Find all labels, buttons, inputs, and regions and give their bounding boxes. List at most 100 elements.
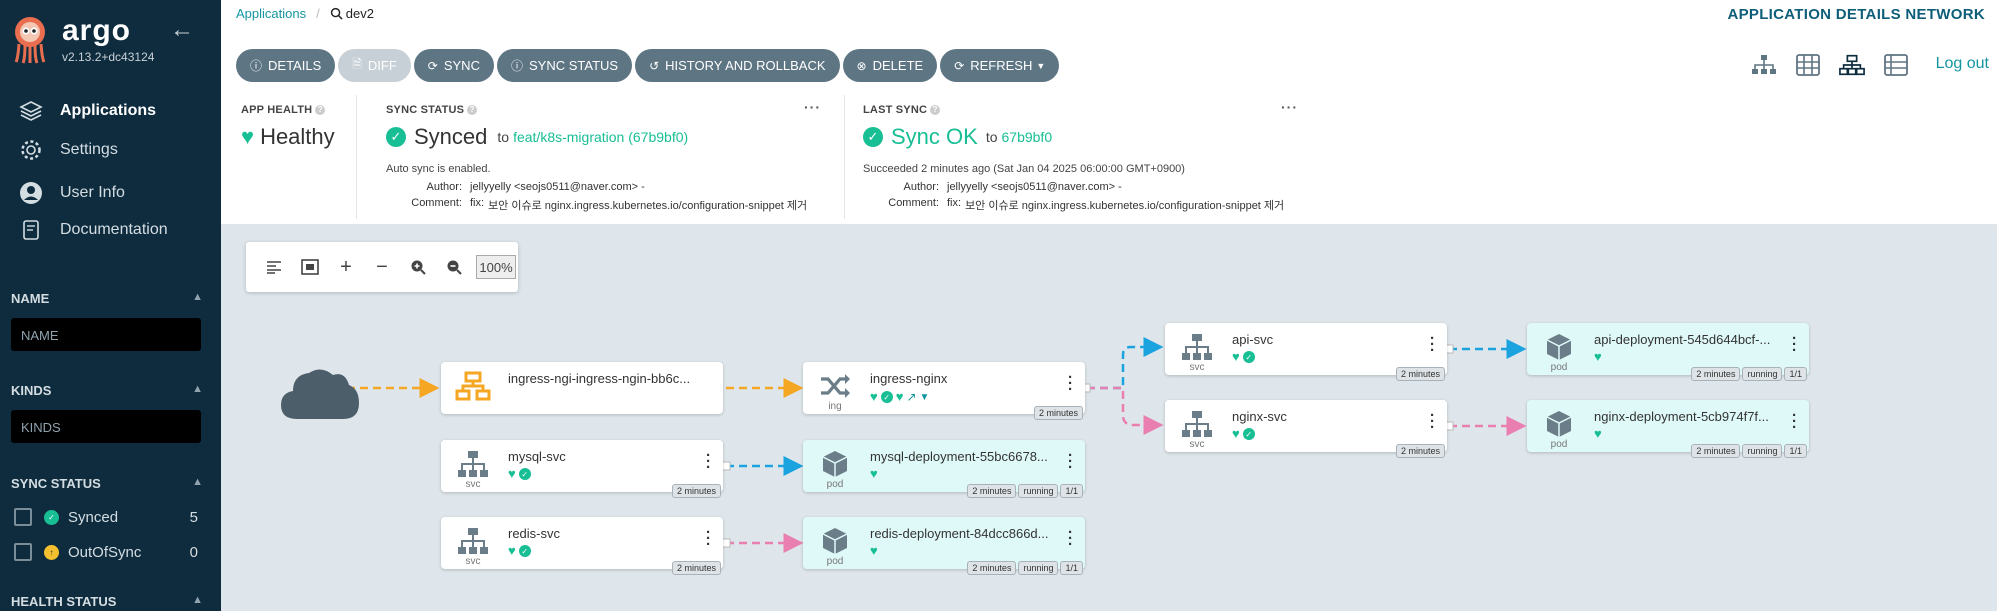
filter-label: Synced — [68, 508, 119, 526]
age-tag: 2 minutes — [671, 484, 721, 498]
node-menu-icon[interactable]: · · · — [1430, 331, 1435, 358]
check-circle-icon: ✓ — [1242, 428, 1255, 440]
caret-up-icon[interactable]: ▲ — [192, 476, 203, 488]
tree-view-icon[interactable] — [1751, 52, 1777, 78]
author-value: jellyyelly <seojs0511@naver.com> - — [470, 181, 645, 193]
node-api-deployment-pod[interactable]: pod api-deployment-545d644bcf-... ♥ · · · … — [1527, 323, 1809, 381]
delete-button[interactable]: ⊗ DELETE — [842, 49, 938, 82]
node-menu-icon[interactable]: · · · — [1792, 408, 1797, 435]
sync-target-link[interactable]: feat/k8s-migration (67b9bf0) — [513, 129, 688, 145]
node-menu-icon[interactable]: · · · — [1068, 370, 1073, 397]
brand-name: argo — [62, 14, 132, 47]
kinds-filter-header[interactable]: KINDS ▲ — [11, 383, 203, 398]
argo-logo-icon[interactable] — [10, 14, 50, 64]
node-mysql-deployment-pod[interactable]: pod mysql-deployment-55bc6678... ♥ · · · 2… — [803, 440, 1085, 498]
sync-status-value[interactable]: ✓ Synced to feat/k8s-migration (67b9bf0) — [386, 124, 688, 150]
node-redis-svc[interactable]: svc redis-svc ♥ ✓ · · · 2 minutes — [441, 517, 723, 575]
breadcrumb-applications-link[interactable]: Applications — [236, 6, 306, 21]
node-nginx-deployment-pod[interactable]: pod nginx-deployment-5cb974f7f... ♥ · · · … — [1527, 400, 1809, 458]
node-menu-icon[interactable]: · · · — [1068, 448, 1073, 475]
last-sync-more-icon[interactable]: ··· — [1281, 99, 1298, 115]
node-ingress-nginx[interactable]: ing ingress-nginx ♥ ✓ ♥ ↗ ▼ · · · 2 minute… — [803, 362, 1085, 420]
node-api-svc[interactable]: svc api-svc ♥ ✓ · · · 2 minutes — [1165, 323, 1447, 381]
help-icon[interactable]: ? — [467, 105, 478, 115]
kinds-filter-input[interactable]: KINDS — [11, 410, 201, 443]
last-sync-value[interactable]: ✓ Sync OK to 67b9bf0 — [863, 124, 1052, 150]
history-rollback-button[interactable]: ↺ HISTORY AND ROLLBACK — [635, 49, 840, 82]
app-search-crumb[interactable]: dev2 — [330, 6, 374, 21]
node-ingress-ngi[interactable]: ingress-ngi-ingress-ngin-bb6c... — [441, 362, 723, 414]
node-status: ♥ ✓ — [508, 544, 531, 557]
sidebar-item-label: User Info — [60, 184, 125, 201]
refresh-icon: ⟳ — [954, 58, 965, 73]
pods-view-icon[interactable] — [1795, 52, 1821, 78]
filter-outofsync[interactable]: ↑ OutOfSync 0 — [14, 543, 198, 561]
sync-status-button[interactable]: ⓘ SYNC STATUS — [496, 49, 633, 82]
caret-up-icon[interactable]: ▲ — [192, 383, 203, 395]
network-view-icon[interactable] — [1839, 52, 1865, 78]
node-menu-icon[interactable]: · · · — [1068, 525, 1073, 552]
details-button[interactable]: ⓘ DETAILS — [236, 49, 336, 82]
filter-synced[interactable]: ✓ Synced 5 — [14, 508, 198, 526]
node-name: redis-deployment-84dcc866d... — [870, 526, 1049, 541]
node-tags: 2 minutes running 1/1 — [967, 484, 1083, 498]
outofsync-checkbox[interactable] — [14, 543, 32, 561]
node-menu-icon[interactable]: · · · — [1430, 408, 1435, 435]
diff-button[interactable]: 🗎 DIFF — [338, 49, 411, 82]
caret-down-icon[interactable]: ▼ — [920, 392, 930, 403]
node-menu-icon[interactable]: · · · — [706, 448, 711, 475]
history-icon: ↺ — [649, 58, 660, 73]
sidebar-item-label: Applications — [60, 102, 157, 119]
app-health-value[interactable]: ♥ Healthy — [241, 124, 335, 150]
name-filter-input[interactable]: NAME — [11, 318, 201, 351]
check-circle-icon: ✓ — [880, 391, 893, 403]
sync-comment: Comment: fix: 보안 이슈로 nginx.ingress.kuber… — [386, 197, 807, 213]
node-status: ♥ ✓ — [1232, 350, 1255, 363]
sync-icon: ⟳ — [427, 58, 438, 73]
last-sync-target-link[interactable]: 67b9bf0 — [1002, 129, 1053, 145]
button-label: DIFF — [367, 58, 397, 73]
sidebar-item-settings[interactable]: Settings — [18, 134, 118, 166]
sidebar-item-documentation[interactable]: Documentation — [18, 214, 168, 246]
state-tag: running — [1018, 561, 1059, 575]
sidebar-item-applications[interactable]: Applications — [18, 95, 156, 127]
health-status-filter-title: HEALTH STATUS — [11, 594, 117, 609]
node-name: api-deployment-545d644bcf-... — [1594, 332, 1771, 347]
comment-value: 보안 이슈로 nginx.ingress.kubernetes.io/confi… — [488, 200, 808, 212]
sidebar: argo v2.13.2+dc43124 ← Applications Sett… — [0, 0, 221, 611]
sync-status-filter-header[interactable]: SYNC STATUS ▲ — [11, 476, 203, 491]
ready-tag: 1/1 — [1060, 484, 1083, 498]
refresh-button[interactable]: ⟳ REFRESH ▼ — [940, 49, 1060, 82]
node-redis-deployment-pod[interactable]: pod redis-deployment-84dcc866d... ♥ · · · … — [803, 517, 1085, 575]
synced-checkbox[interactable] — [14, 508, 32, 526]
list-view-icon[interactable] — [1883, 52, 1909, 78]
node-menu-icon[interactable]: · · · — [706, 525, 711, 552]
logout-link[interactable]: Log out — [1936, 55, 1989, 73]
node-menu-icon[interactable]: · · · — [1792, 331, 1797, 358]
ready-tag: 1/1 — [1784, 367, 1807, 381]
name-filter-header[interactable]: NAME ▲ — [11, 291, 203, 306]
collapse-sidebar-icon[interactable]: ← — [170, 16, 194, 44]
sidebar-item-user-info[interactable]: User Info — [18, 177, 125, 209]
to-label: to — [985, 129, 998, 145]
sync-button[interactable]: ⟳ SYNC — [413, 49, 494, 82]
node-mysql-svc[interactable]: svc mysql-svc ♥ ✓ · · · 2 minutes — [441, 440, 723, 498]
caret-up-icon[interactable]: ▲ — [192, 291, 203, 303]
help-icon[interactable]: ? — [315, 105, 326, 115]
caret-up-icon[interactable]: ▲ — [192, 594, 203, 606]
node-nginx-svc[interactable]: svc nginx-svc ♥ ✓ · · · 2 minutes — [1165, 400, 1447, 458]
node-name: nginx-deployment-5cb974f7f... — [1594, 409, 1769, 424]
heart-icon: ♥ — [895, 389, 904, 404]
network-graph[interactable]: + − 100% ingress-ngi-ingress-ngin-bb6c..… — [221, 225, 1997, 611]
node-tags: 2 minutes running 1/1 — [1691, 367, 1807, 381]
help-icon[interactable]: ? — [930, 105, 941, 115]
sync-status-label: SYNC STATUS? — [386, 104, 478, 116]
last-sync-text: Sync OK — [891, 124, 978, 149]
sync-status-more-icon[interactable]: ··· — [804, 99, 821, 115]
shuffle-icon — [813, 368, 857, 404]
external-link-icon[interactable]: ↗ — [906, 390, 916, 404]
state-tag: running — [1018, 484, 1059, 498]
cube-icon — [813, 446, 857, 482]
health-status-filter-header[interactable]: HEALTH STATUS ▲ — [11, 594, 203, 609]
state-tag: running — [1742, 367, 1783, 381]
